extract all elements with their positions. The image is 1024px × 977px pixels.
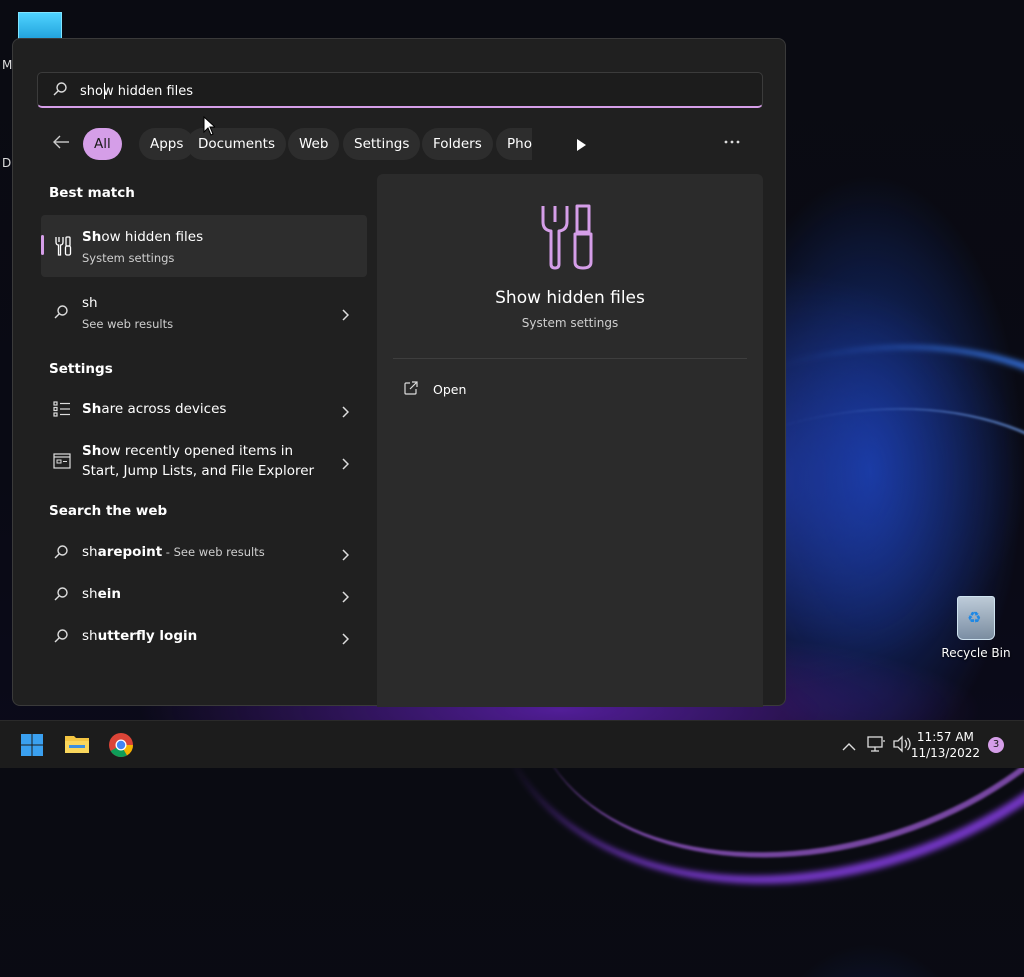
chevron-right-icon	[341, 403, 350, 422]
list-icon	[53, 401, 71, 421]
show-hidden-icons-chevron-icon[interactable]	[842, 737, 856, 756]
recycle-bin-label: Recycle Bin	[941, 646, 1011, 660]
desktop-label-fragment-d: D	[2, 156, 12, 170]
web-suggestion-title: sharepoint - See web results	[82, 544, 265, 560]
mouse-cursor-icon	[203, 115, 217, 140]
back-arrow-icon[interactable]	[51, 132, 75, 156]
volume-icon[interactable]	[892, 735, 912, 757]
more-options-icon[interactable]	[723, 132, 741, 156]
settings-result-share-title: Share across devices	[82, 401, 227, 417]
web-result-title: sh	[82, 295, 98, 311]
recycle-bin[interactable]: ♻ Recycle Bin	[940, 596, 1012, 660]
open-action[interactable]: Open	[403, 380, 603, 400]
search-icon	[53, 544, 69, 564]
settings-header: Settings	[49, 361, 113, 377]
preview-title: Show hidden files	[495, 288, 645, 308]
web-suggestion-title: shutterfly login	[82, 628, 198, 644]
network-icon[interactable]	[866, 735, 886, 757]
clock-time: 11:57 AM	[916, 730, 974, 744]
chevron-right-icon	[341, 630, 350, 649]
desktop-label-fragment-m: M	[2, 58, 13, 72]
web-result-sh[interactable]: sh See web results	[41, 287, 367, 339]
chevron-right-icon	[341, 588, 350, 607]
chevron-right-icon	[341, 306, 350, 325]
filter-chip-documents[interactable]: Documents	[187, 128, 286, 160]
taskbar: 11:57 AM 11/13/2022 3	[0, 720, 1024, 768]
search-panel: All Apps Documents Web Settings Folders …	[12, 38, 786, 707]
settings-result-share[interactable]: Share across devices	[41, 391, 367, 427]
preview-pane: Show hidden files System settings Open	[377, 174, 763, 707]
settings-result-recent-items[interactable]: Show recently opened items in Start, Jum…	[41, 435, 367, 487]
recycle-bin-icon: ♻	[957, 596, 995, 640]
best-match-result[interactable]: Show hidden files System settings	[41, 215, 367, 277]
web-suggestion-sharepoint[interactable]: sharepoint - See web results	[41, 533, 367, 571]
best-match-subtitle: System settings	[82, 251, 175, 265]
web-result-subtitle: See web results	[82, 317, 174, 331]
search-input[interactable]	[78, 79, 742, 103]
search-icon	[52, 81, 68, 101]
start-menu-icon	[53, 453, 71, 473]
notification-badge[interactable]: 3	[988, 737, 1004, 753]
filter-chip-settings[interactable]: Settings	[343, 128, 421, 160]
selection-accent	[41, 235, 44, 255]
search-box[interactable]	[37, 72, 763, 108]
best-match-title: Show hidden files	[82, 229, 204, 245]
file-explorer-icon[interactable]	[64, 733, 90, 759]
filter-chip-web[interactable]: Web	[288, 128, 340, 160]
tools-icon	[537, 202, 597, 276]
web-suggestion-shein[interactable]: shein	[41, 575, 367, 613]
best-match-header: Best match	[49, 185, 135, 201]
search-icon	[53, 628, 69, 648]
open-external-icon	[403, 380, 419, 400]
chevron-right-icon	[341, 455, 350, 474]
chrome-icon[interactable]	[108, 732, 134, 762]
search-web-header: Search the web	[49, 503, 168, 519]
web-suggestion-title: shein	[82, 586, 121, 602]
text-caret	[104, 83, 105, 99]
preview-subtitle: System settings	[521, 316, 619, 330]
filter-chip-folders[interactable]: Folders	[422, 128, 493, 160]
filter-chip-photos[interactable]: Phot	[496, 128, 532, 160]
settings-result-recent-title-line2: Start, Jump Lists, and File Explorer	[82, 463, 315, 479]
web-suggestion-shutterfly[interactable]: shutterfly login	[41, 617, 367, 655]
tools-icon	[53, 235, 73, 261]
search-icon	[53, 586, 69, 606]
preview-divider	[393, 358, 747, 359]
filter-chip-all[interactable]: All	[83, 128, 122, 160]
filter-bar: All Apps Documents Web Settings Folders …	[41, 128, 761, 160]
clock-date: 11/13/2022	[910, 746, 980, 760]
settings-result-recent-title-line1: Show recently opened items in	[82, 443, 294, 459]
windows-start-icon[interactable]	[20, 733, 44, 761]
taskbar-clock[interactable]: 11:57 AM 11/13/2022	[911, 729, 980, 761]
open-label: Open	[433, 382, 467, 397]
search-icon	[53, 304, 69, 324]
chevron-right-icon	[341, 546, 350, 565]
scroll-right-icon[interactable]	[575, 137, 587, 156]
